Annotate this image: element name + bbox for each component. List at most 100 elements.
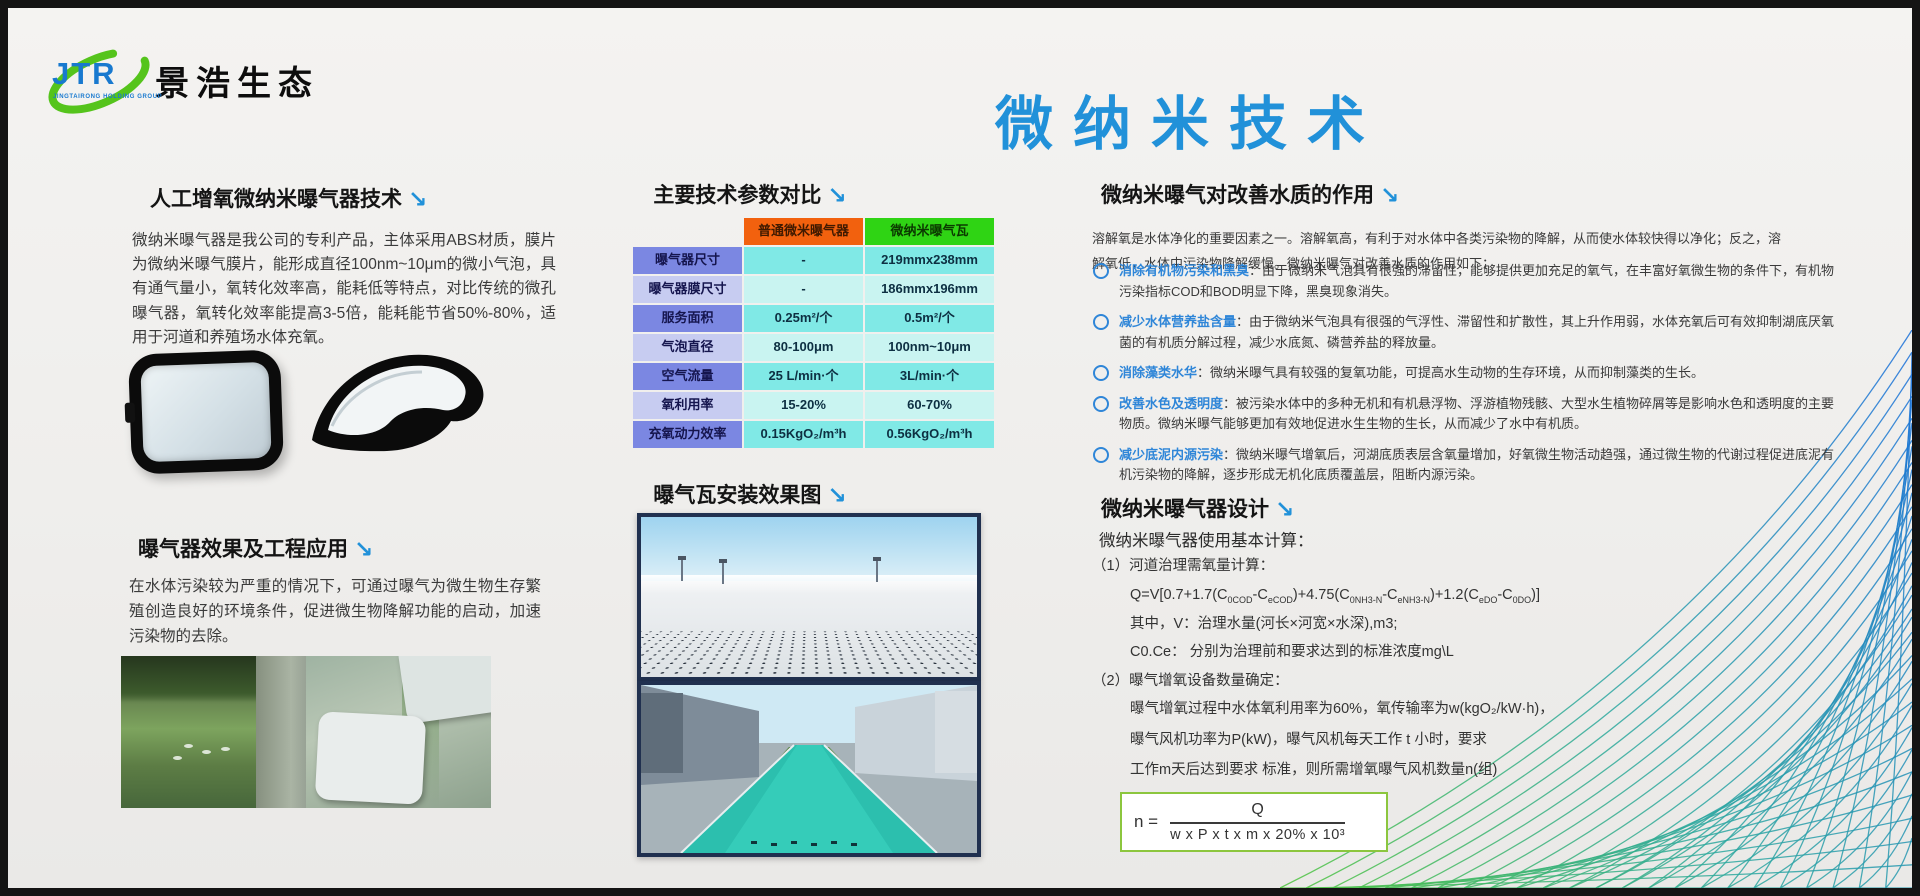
circle-bullet-icon	[1093, 396, 1109, 412]
arrow-icon: ↘	[1275, 496, 1294, 522]
arrow-icon: ↘	[408, 186, 427, 212]
aerator-float	[221, 747, 230, 751]
table-cell: 186mmx196mm	[865, 276, 994, 303]
table-row-label: 曝气器尺寸	[633, 247, 742, 274]
arrow-icon: ↘	[354, 536, 373, 562]
design-calculations: （1）河道治理需氧量计算： Q=V[0.7+1.7(C0COD-CeCOD)+4…	[1092, 557, 1862, 852]
table-cell: 60-70%	[865, 392, 994, 419]
table-row-label: 气泡直径	[633, 334, 742, 361]
table-row-label: 服务面积	[633, 305, 742, 332]
bullet-item: 减少水体营养盐含量：由于微纳米气泡具有很强的气浮性、滞留性和扩散性，其上升作用弱…	[1092, 312, 1836, 353]
calc-item2-line1: 曝气增氧过程中水体氧利用率为60%，氧传输率为w(kgO₂/kW·h)，	[1130, 700, 1862, 720]
circle-bullet-icon	[1093, 314, 1109, 330]
logo-company-name: 景浩生态	[155, 56, 319, 105]
fraction-denominator: w x P x t x m x 20% x 10³	[1170, 824, 1345, 843]
water-quality-bullets: 消除有机物污染和黑臭：由于微纳米气泡具有很强的滞留性，能够提供更加充足的氧气，在…	[1092, 261, 1836, 496]
section-heading-text: 微纳米曝气对改善水质的作用	[1101, 184, 1374, 207]
blower-count-formula-box: n = Q w x P x t x m x 20% x 10³	[1120, 792, 1388, 852]
circle-bullet-icon	[1093, 447, 1109, 463]
aerator-plate-port	[125, 402, 136, 422]
table-corner-cell	[633, 218, 742, 245]
logo-group-name: JINGTAIRONG HOLDING GROUP	[53, 94, 162, 100]
bullet-term: 改善水色及透明度	[1119, 396, 1223, 411]
calc-item1-title: （1）河道治理需氧量计算：	[1092, 557, 1862, 577]
table-row-label: 空气流量	[633, 363, 742, 390]
bullet-item: 改善水色及透明度：被污染水体中的多种无机和有机悬浮物、浮游植物残骸、大型水生植物…	[1092, 394, 1836, 435]
aerator-tech-paragraph: 微纳米曝气器是我公司的专利产品，主体采用ABS材质，膜片为微纳米曝气膜片，能形成…	[132, 229, 556, 351]
bullet-term: 减少底泥内源污染	[1119, 447, 1223, 462]
section-heading-text: 曝气器效果及工程应用	[138, 538, 348, 561]
table-cell: -	[744, 247, 863, 274]
fraction-numerator: Q	[1170, 801, 1345, 824]
aeration-tile	[397, 656, 491, 724]
bullet-item: 消除藻类水华：微纳米曝气具有较强的复氧功能，可提高水生动物的生存环境，从而抑制藻…	[1092, 363, 1836, 384]
render-pole	[681, 559, 683, 581]
table-cell: 15-20%	[744, 392, 863, 419]
bullet-term: 消除有机物污染和黑臭	[1119, 263, 1249, 278]
logo-acronym: JTR	[52, 56, 117, 92]
aerator-plate-membrane	[140, 362, 271, 462]
installation-render-photo	[637, 513, 981, 681]
section-heading-install: 曝气瓦安装效果图 ↘	[590, 479, 910, 509]
table-cell: 0.15KgO₂/m³h	[744, 421, 863, 448]
section-heading-application: 曝气器效果及工程应用 ↘	[138, 533, 373, 563]
oxygen-demand-formula: Q=V[0.7+1.7(C0COD-CeCOD)+4.75(C0NH3-N-Ce…	[1130, 586, 1862, 606]
bullet-term: 减少水体营养盐含量	[1119, 314, 1236, 329]
table-row-label: 氧利用率	[633, 392, 742, 419]
aerator-float	[173, 756, 182, 760]
page-title: 微纳米技术	[890, 77, 1490, 161]
render-horizon	[641, 575, 977, 594]
arrow-icon: ↘	[827, 482, 846, 508]
application-paragraph: 在水体污染较为严重的情况下，可通过曝气为微生物生存繁殖创造良好的环境条件，促进微…	[129, 574, 541, 649]
table-cell: 100nm~10μm	[865, 334, 994, 361]
section-heading-design: 微纳米曝气器设计 ↘	[1101, 493, 1294, 523]
river-embankment	[256, 656, 306, 808]
table-cell: 219mmx238mm	[865, 247, 994, 274]
table-cell: 0.25m²/个	[744, 305, 863, 332]
poster-page: JTR JINGTAIRONG HOLDING GROUP 景浩生态 微纳米技术…	[0, 0, 1920, 896]
aerator-float	[184, 744, 193, 748]
aerator-plate-photo	[128, 349, 284, 474]
table-row-label: 充氧动力效率	[633, 421, 742, 448]
table-col-header-normal: 普通微米曝气器	[744, 218, 863, 245]
aeration-tile	[315, 711, 427, 805]
table-cell: -	[744, 276, 863, 303]
circle-bullet-icon	[1093, 263, 1109, 279]
calc-item2-line3: 工作m天后达到要求 标准，则所需增氧曝气风机数量n(组)	[1130, 761, 1862, 781]
application-photos	[121, 656, 491, 808]
render-pole	[876, 560, 878, 582]
section-heading-water-quality: 微纳米曝气对改善水质的作用↘	[1101, 179, 1399, 209]
aerator-dome-photo	[302, 342, 498, 478]
params-table: 普通微米曝气器 微纳米曝气瓦 曝气器尺寸 - 219mmx238mm 曝气器膜尺…	[633, 218, 994, 448]
table-cell: 3L/min·个	[865, 363, 994, 390]
table-cell: 25 L/min·个	[744, 363, 863, 390]
render-aerator-grid	[637, 630, 981, 681]
bullet-text: ：微纳米曝气增氧后，河湖底质表层含氧量增加，好氧微生物活动趋强，通过微生物的代谢…	[1119, 447, 1834, 483]
calc-item2-line2: 曝气风机功率为P(kW)，曝气风机每天工作 t 小时，要求	[1130, 731, 1862, 751]
section-heading-text: 人工增氧微纳米曝气器技术	[150, 188, 402, 211]
table-row-label: 曝气器膜尺寸	[633, 276, 742, 303]
render-pole	[722, 562, 724, 584]
section-heading-text: 曝气瓦安装效果图	[653, 484, 821, 507]
table-cell: 0.56KgO₂/m³h	[865, 421, 994, 448]
formula-lhs: n =	[1134, 812, 1158, 832]
table-cell: 80-100μm	[744, 334, 863, 361]
bullet-term: 消除藻类水华	[1119, 365, 1197, 380]
bullet-text: ：微纳米曝气具有较强的复氧功能，可提高水生动物的生存环境，从而抑制藻类的生长。	[1197, 365, 1704, 380]
arrow-icon: ↘	[827, 182, 846, 208]
section-heading-aerator-tech: 人工增氧微纳米曝气器技术 ↘	[150, 183, 427, 213]
formula-note-concentration: C0.Ce： 分别为治理前和要求达到的标准浓度mg\L	[1130, 643, 1862, 663]
design-subheading: 微纳米曝气器使用基本计算：	[1099, 527, 1314, 551]
circle-bullet-icon	[1093, 365, 1109, 381]
section-heading-parameters: 主要技术参数对比↘	[590, 179, 910, 209]
aerator-float	[202, 750, 211, 754]
formula-note-volume: 其中，V：治理水量(河长×河宽×水深),m3;	[1130, 615, 1862, 635]
bullet-item: 减少底泥内源污染：微纳米曝气增氧后，河湖底质表层含氧量增加，好氧微生物活动趋强，…	[1092, 445, 1836, 486]
calc-item2-title: （2）曝气增氧设备数量确定：	[1092, 672, 1862, 692]
table-cell: 0.5m²/个	[865, 305, 994, 332]
aerator-product-photos	[122, 340, 502, 485]
bullet-item: 消除有机物污染和黑臭：由于微纳米气泡具有很强的滞留性，能够提供更加充足的氧气，在…	[1092, 261, 1836, 302]
table-col-header-nano: 微纳米曝气瓦	[865, 218, 994, 245]
section-heading-text: 微纳米曝气器设计	[1101, 498, 1269, 521]
canal-photo	[637, 681, 981, 857]
